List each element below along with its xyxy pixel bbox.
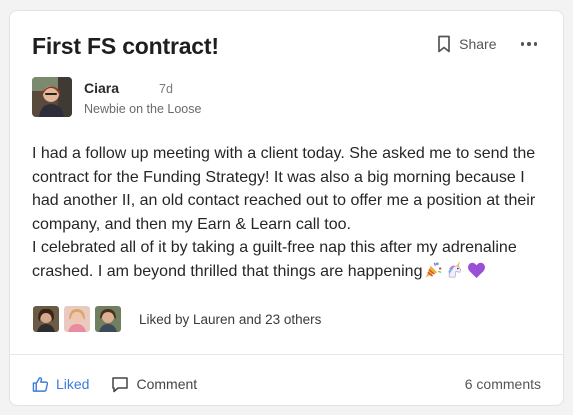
post-footer: Liked Comment 6 comments	[32, 373, 541, 395]
like-label: Liked	[56, 376, 90, 392]
purple-heart-icon	[467, 261, 486, 287]
liker-avatar[interactable]	[63, 305, 91, 333]
party-popper-icon	[424, 260, 443, 287]
liker-avatar[interactable]	[94, 305, 122, 333]
post-card: First FS contract! Share Ciara 7d Newbie…	[9, 10, 564, 406]
like-button[interactable]: Liked	[32, 376, 89, 393]
author-avatar[interactable]	[32, 77, 72, 117]
dot	[533, 42, 537, 46]
likers-row: Liked by Lauren and 23 others	[32, 305, 321, 333]
share-label: Share	[459, 36, 497, 52]
post-paragraph: I had a follow up meeting with a client …	[32, 145, 536, 233]
liker-avatar[interactable]	[32, 305, 60, 333]
header-actions: Share	[437, 35, 537, 53]
post-paragraph-text: I celebrated all of it by taking a guilt…	[32, 239, 517, 280]
comment-icon	[112, 376, 129, 392]
author-title: Newbie on the Loose	[84, 102, 202, 116]
author-info: Ciara 7d Newbie on the Loose	[84, 80, 201, 116]
thumbs-up-icon	[32, 376, 49, 392]
post-body: I had a follow up meeting with a client …	[32, 142, 542, 286]
share-button[interactable]: Share	[437, 35, 497, 53]
divider	[10, 354, 563, 355]
likes-summary[interactable]: Liked by Lauren and 23 others	[139, 312, 321, 327]
post-timestamp: 7d	[159, 82, 173, 96]
more-options-button[interactable]	[520, 42, 537, 46]
unicorn-icon	[445, 260, 465, 287]
author-name[interactable]: Ciara	[84, 80, 119, 96]
dot	[527, 42, 531, 46]
comment-count[interactable]: 6 comments	[465, 376, 541, 392]
post-title: First FS contract!	[32, 33, 219, 59]
dot	[520, 42, 524, 46]
bookmark-icon	[438, 35, 450, 53]
author-row: Ciara 7d Newbie on the Loose	[32, 77, 201, 117]
author-top: Ciara 7d	[84, 80, 201, 96]
post-paragraph-2: I celebrated all of it by taking a guilt…	[32, 236, 542, 286]
comment-button[interactable]: Comment	[111, 376, 197, 393]
liker-avatars	[32, 305, 125, 333]
comment-label: Comment	[136, 376, 198, 392]
